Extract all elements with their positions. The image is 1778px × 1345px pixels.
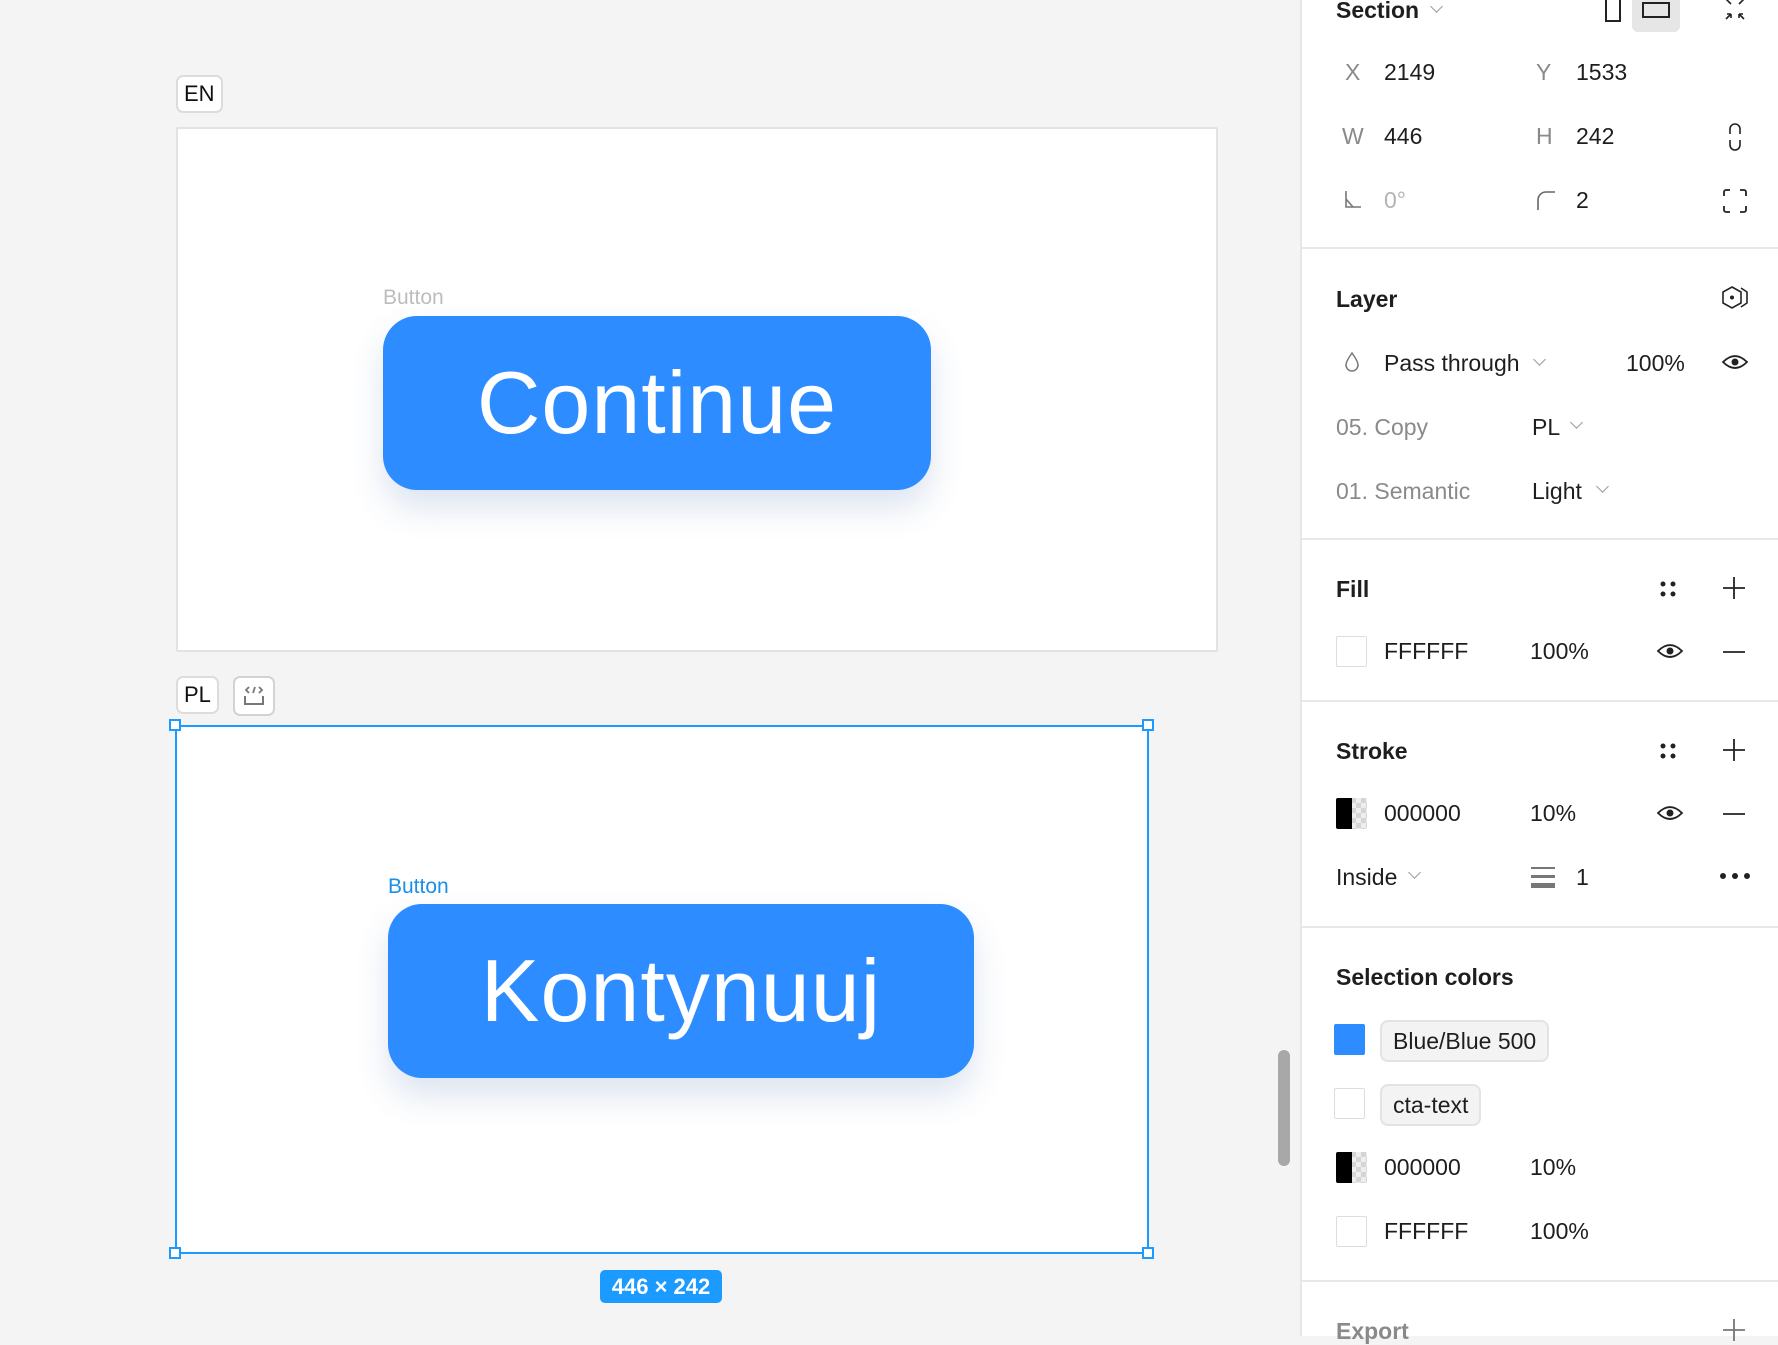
mode-select-copy[interactable]: PL [1532, 414, 1560, 441]
selection-color-hex[interactable]: 000000 [1384, 1154, 1461, 1181]
mode-select-semantic[interactable]: Light [1532, 478, 1582, 505]
stroke-position-select[interactable]: Inside [1336, 864, 1397, 891]
eye-icon[interactable] [1655, 641, 1685, 661]
corner-radius-input[interactable]: 2 [1576, 187, 1589, 214]
component-label[interactable]: Button [383, 286, 444, 310]
stroke-weight-input[interactable]: 1 [1576, 864, 1589, 891]
fill-hex-input[interactable]: FFFFFF [1384, 638, 1468, 665]
blend-mode-select[interactable]: Pass through [1384, 350, 1520, 377]
continue-button[interactable]: Continue [383, 316, 931, 490]
landscape-orientation-icon[interactable] [1632, 0, 1680, 32]
independent-corners-icon[interactable] [1720, 186, 1750, 216]
stroke-title: Stroke [1336, 738, 1408, 764]
selection-color-swatch[interactable] [1336, 1152, 1367, 1183]
selection-color-hex[interactable]: FFFFFF [1384, 1218, 1468, 1245]
chevron-down-icon[interactable] [1430, 0, 1443, 13]
stroke-opacity-input[interactable]: 10% [1530, 800, 1576, 827]
h-label: H [1536, 123, 1553, 149]
apply-variable-mode-icon[interactable] [1719, 284, 1751, 312]
selection-color-opacity[interactable]: 10% [1530, 1154, 1576, 1181]
chevron-down-icon[interactable] [1533, 353, 1546, 366]
chevron-down-icon[interactable] [1596, 480, 1609, 493]
selection-color-swatch[interactable] [1334, 1024, 1365, 1055]
divider [1302, 700, 1778, 702]
component-label[interactable]: Button [388, 875, 449, 899]
divider [1302, 1280, 1778, 1282]
section-title[interactable]: Section [1336, 0, 1419, 24]
resize-handle-bottom-right[interactable] [1142, 1247, 1154, 1259]
frame-pl-selected[interactable]: Button Kontynuuj [175, 725, 1149, 1254]
divider [1302, 926, 1778, 928]
styles-grid-icon[interactable] [1655, 576, 1681, 602]
styles-grid-icon[interactable] [1655, 738, 1681, 764]
fill-opacity-input[interactable]: 100% [1530, 638, 1589, 665]
y-input[interactable]: 1533 [1576, 59, 1627, 86]
x-label: X [1345, 59, 1361, 85]
size-badge: 446 × 242 [600, 1270, 722, 1303]
canvas-scrollbar[interactable] [1278, 1050, 1290, 1166]
kontynuuj-button[interactable]: Kontynuuj [388, 904, 974, 1078]
stroke-weight-icon [1530, 864, 1556, 890]
layer-title: Layer [1336, 286, 1398, 312]
collapse-icon[interactable] [1720, 0, 1750, 24]
x-input[interactable]: 2149 [1384, 59, 1435, 86]
w-input[interactable]: 446 [1384, 123, 1422, 150]
remove-stroke-icon[interactable] [1720, 802, 1748, 826]
add-stroke-icon[interactable] [1720, 736, 1748, 764]
fill-swatch[interactable] [1336, 636, 1367, 667]
chevron-down-icon[interactable] [1408, 866, 1421, 879]
divider [1302, 247, 1778, 249]
resize-handle-top-right[interactable] [1142, 719, 1154, 731]
color-style-chip[interactable]: Blue/Blue 500 [1380, 1020, 1550, 1062]
color-style-chip[interactable]: cta-text [1380, 1084, 1482, 1126]
fill-title: Fill [1336, 576, 1370, 602]
w-label: W [1342, 123, 1364, 149]
lang-badge-en[interactable]: EN [176, 75, 223, 113]
resize-handle-bottom-left[interactable] [169, 1247, 181, 1259]
divider [1302, 538, 1778, 540]
resize-handle-top-left[interactable] [169, 719, 181, 731]
remove-fill-icon[interactable] [1720, 640, 1748, 664]
properties-panel: Section X 2149 Y 1533 W 446 H 242 0° 2 L… [1300, 0, 1778, 1344]
mode-collection-label: 05. Copy [1336, 414, 1429, 440]
frame-en[interactable]: Button Continue [176, 127, 1218, 652]
stroke-swatch[interactable] [1336, 798, 1367, 829]
mode-collection-label: 01. Semantic [1336, 478, 1471, 504]
more-options-icon[interactable] [1718, 866, 1752, 886]
rotation-input[interactable]: 0° [1384, 187, 1406, 214]
rotation-icon [1342, 188, 1364, 210]
code-snippet-icon[interactable] [233, 676, 275, 716]
layer-opacity-input[interactable]: 100% [1626, 350, 1685, 377]
stroke-hex-input[interactable]: 000000 [1384, 800, 1461, 827]
selection-color-swatch[interactable] [1334, 1088, 1365, 1119]
chevron-down-icon[interactable] [1570, 416, 1583, 429]
constrain-proportions-icon[interactable] [1720, 122, 1750, 152]
add-fill-icon[interactable] [1720, 574, 1748, 602]
add-export-icon[interactable] [1720, 1316, 1748, 1344]
h-input[interactable]: 242 [1576, 123, 1614, 150]
export-title: Export [1336, 1318, 1409, 1344]
lang-badge-pl[interactable]: PL [176, 676, 219, 714]
y-label: Y [1536, 59, 1552, 85]
selection-color-swatch[interactable] [1336, 1216, 1367, 1247]
corner-radius-icon [1534, 188, 1558, 212]
eye-icon[interactable] [1720, 350, 1750, 374]
selection-color-opacity[interactable]: 100% [1530, 1218, 1589, 1245]
blend-mode-icon [1341, 350, 1363, 374]
eye-icon[interactable] [1655, 803, 1685, 823]
portrait-orientation-icon[interactable] [1598, 0, 1628, 24]
selection-colors-title: Selection colors [1336, 964, 1514, 990]
